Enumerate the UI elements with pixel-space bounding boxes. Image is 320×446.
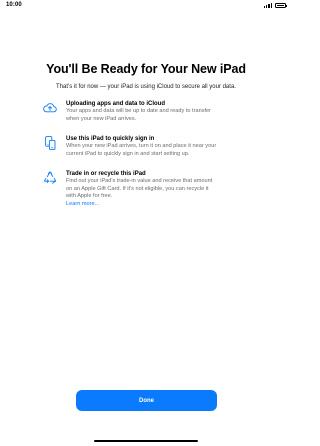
feature-description: current iPad to quickly sign in and star…: [66, 150, 190, 157]
feature-description: on an Apple Gift Card. If it's not eligi…: [66, 185, 209, 192]
icloud-upload-icon: [42, 100, 58, 116]
feature-description: Find out your iPad's trade-in value and …: [66, 178, 213, 184]
home-indicator[interactable]: [94, 440, 198, 442]
status-bar: 10:00: [0, 0, 292, 14]
feature-description: when your new iPad arrives.: [66, 115, 137, 122]
done-button[interactable]: Done: [76, 390, 217, 411]
feature-title: Trade in or recycle this iPad: [66, 171, 146, 177]
cellular-signal-icon: [263, 3, 272, 8]
learn-more-link[interactable]: Learn more...: [66, 201, 256, 209]
feature-title: Uploading apps and data to iCloud: [66, 101, 165, 107]
two-devices-icon: [42, 135, 58, 151]
feature-title: Use this iPad to quickly sign in: [66, 136, 155, 142]
feature-description: When your new iPad arrives, turn it on a…: [66, 143, 217, 149]
feature-description: Your apps and data will be up to date an…: [66, 108, 212, 114]
status-time: 10:00: [6, 2, 22, 8]
feature-description: with Apple for free.: [66, 193, 113, 200]
status-icons: [263, 3, 287, 8]
recycle-icon: [42, 170, 58, 186]
battery-icon: [275, 3, 287, 8]
page-title: You'll Be Ready for Your New iPad: [46, 62, 246, 76]
page-subtitle: That's it for now — your iPad is using i…: [56, 84, 236, 90]
